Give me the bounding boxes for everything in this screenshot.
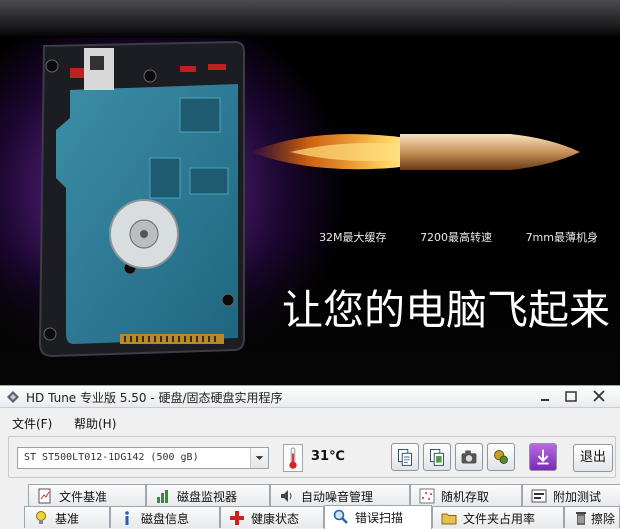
speaker-icon — [281, 490, 292, 502]
minimize-icon[interactable] — [534, 387, 556, 406]
temperature-readout: 31℃ — [311, 449, 345, 464]
random-access-icon — [419, 488, 435, 504]
tab-label: 自动噪音管理 — [301, 490, 374, 504]
tab-random-access[interactable]: 随机存取 — [410, 484, 522, 506]
tab-label: 基准 — [55, 512, 80, 526]
maximize-icon[interactable] — [560, 387, 582, 406]
hd-tune-window: HD Tune 专业版 5.50 - 硬盘/固态硬盘实用程序 文件(F) 帮助(… — [0, 385, 620, 529]
tab-error-scan[interactable]: 错误扫描 — [324, 505, 432, 529]
tab-label: 错误扫描 — [355, 511, 404, 525]
screenshot-icon[interactable] — [455, 443, 483, 471]
feature-rpm: 7200最高转速 — [420, 231, 493, 244]
info-icon — [125, 511, 129, 525]
window-title: HD Tune 专业版 5.50 - 硬盘/固态硬盘实用程序 — [26, 391, 283, 405]
chevron-down-icon[interactable] — [250, 448, 268, 468]
hard-drive-image — [38, 40, 245, 358]
copy-text-icon[interactable] — [391, 443, 419, 471]
tab-label: 磁盘信息 — [141, 512, 190, 526]
tab-label: 健康状态 — [251, 512, 300, 526]
menu-bar: 文件(F) 帮助(H) — [0, 413, 620, 431]
product-banner: 32M最大缓存 7200最高转速 7mm最薄机身 让您的电脑飞起来 — [0, 0, 620, 385]
thermometer-icon — [283, 444, 303, 472]
copy-info-icon[interactable] — [423, 443, 451, 471]
tab-acoustic-management[interactable]: 自动噪音管理 — [270, 484, 410, 506]
toolbar: ST ST500LT012-1DG142 (500 gB) 31℃ 退出 — [8, 436, 616, 478]
extra-tests-icon — [531, 489, 547, 503]
tab-label: 磁盘监视器 — [177, 490, 238, 504]
error-scan-icon — [333, 509, 348, 524]
benchmark-icon — [36, 511, 46, 524]
options-icon[interactable] — [487, 443, 515, 471]
feature-list: 32M最大缓存 7200最高转速 7mm最薄机身 — [289, 229, 598, 245]
tab-file-benchmark[interactable]: 文件基准 — [28, 484, 146, 506]
tab-extra-tests[interactable]: 附加测试 — [522, 484, 620, 506]
tab-label: 随机存取 — [441, 490, 490, 504]
disk-monitor-icon — [157, 490, 168, 503]
title-bar[interactable]: HD Tune 专业版 5.50 - 硬盘/固态硬盘实用程序 — [0, 386, 620, 408]
tab-erase[interactable]: 擦除 — [564, 506, 620, 528]
tab-label: 附加测试 — [553, 490, 602, 504]
health-icon — [230, 511, 244, 525]
feature-cache: 32M最大缓存 — [319, 231, 387, 244]
tab-benchmark[interactable]: 基准 — [24, 506, 110, 528]
folder-usage-icon — [441, 513, 457, 525]
exit-button[interactable]: 退出 — [573, 444, 613, 472]
feature-thickness: 7mm最薄机身 — [525, 231, 598, 244]
banner-top-stripe — [0, 0, 620, 38]
tab-health[interactable]: 健康状态 — [220, 506, 324, 528]
close-icon[interactable] — [588, 387, 610, 406]
tab-folder-usage[interactable]: 文件夹占用率 — [432, 506, 564, 528]
menu-help[interactable]: 帮助(H) — [74, 415, 116, 432]
file-benchmark-icon — [38, 488, 51, 504]
banner-slogan: 让您的电脑飞起来 — [282, 286, 610, 334]
tab-label: 文件夹占用率 — [463, 512, 536, 526]
tab-disk-monitor[interactable]: 磁盘监视器 — [146, 484, 270, 506]
flaming-bullet-image — [250, 134, 580, 170]
drive-select[interactable]: ST ST500LT012-1DG142 (500 gB) — [17, 447, 269, 469]
app-icon — [7, 391, 19, 403]
drive-select-value: ST ST500LT012-1DG142 (500 gB) — [24, 452, 199, 463]
tab-label: 文件基准 — [59, 490, 108, 504]
menu-file[interactable]: 文件(F) — [12, 415, 52, 432]
download-icon[interactable] — [529, 443, 557, 471]
tab-disk-info[interactable]: 磁盘信息 — [110, 506, 220, 528]
tab-label: 擦除 — [591, 512, 616, 526]
erase-icon — [576, 512, 586, 525]
